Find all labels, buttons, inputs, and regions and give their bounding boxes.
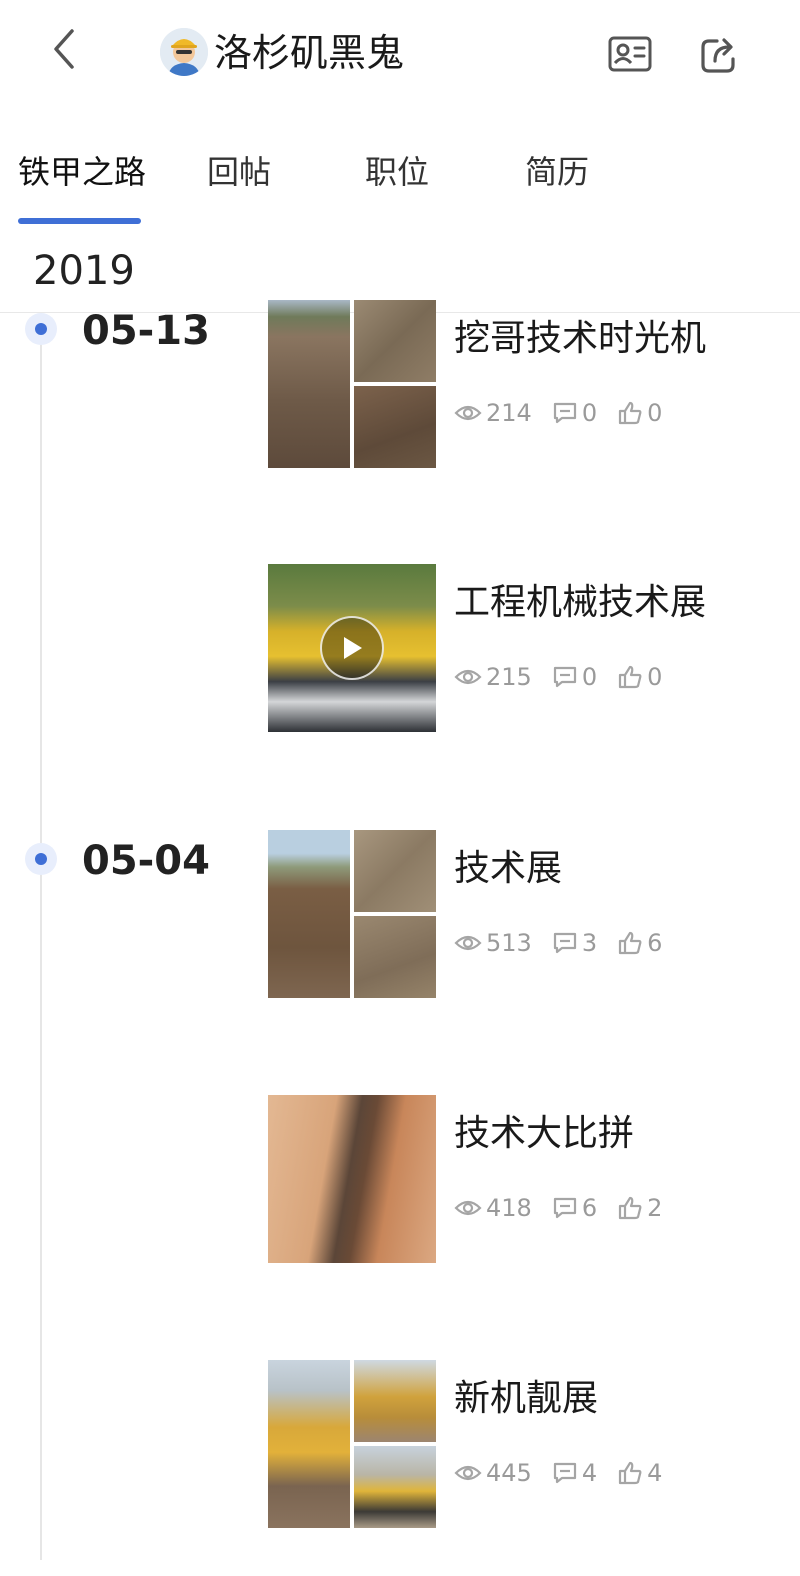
comment-count-value: 0 bbox=[581, 399, 598, 427]
view-count-value: 445 bbox=[486, 1459, 532, 1487]
post-stats: 513 3 6 bbox=[454, 928, 682, 958]
like-count-value: 2 bbox=[647, 1194, 663, 1222]
post-card[interactable]: 挖哥技术时光机 214 0 0 bbox=[268, 300, 788, 468]
comment-count-value: 4 bbox=[581, 1459, 598, 1487]
post-title[interactable]: 新机靓展 bbox=[454, 1376, 598, 1422]
like-count-value: 0 bbox=[647, 663, 663, 691]
comment-icon bbox=[553, 666, 576, 688]
comment-count: 0 bbox=[552, 663, 597, 691]
view-count: 215 bbox=[454, 663, 532, 691]
top-bar: 洛杉矶黑鬼 bbox=[0, 0, 800, 110]
like-count-value: 0 bbox=[647, 399, 663, 427]
post-title[interactable]: 挖哥技术时光机 bbox=[454, 316, 706, 362]
avatar[interactable] bbox=[160, 28, 208, 76]
comment-count: 4 bbox=[552, 1459, 597, 1487]
post-stats: 418 6 2 bbox=[454, 1193, 682, 1223]
post-title[interactable]: 技术展 bbox=[454, 846, 562, 892]
comment-count-value: 3 bbox=[581, 929, 598, 957]
thumbs-up-icon bbox=[618, 1461, 642, 1485]
comment-icon bbox=[553, 1197, 576, 1219]
post-stats: 215 0 0 bbox=[454, 662, 682, 692]
tab-iron-road[interactable]: 铁甲之路 bbox=[18, 150, 146, 194]
eye-icon bbox=[454, 935, 482, 951]
tab-jobs[interactable]: 职位 bbox=[365, 150, 429, 194]
profile-tabs: 铁甲之路 回帖 职位 简历 bbox=[0, 140, 800, 226]
like-count: 2 bbox=[617, 1194, 662, 1222]
post-card[interactable]: 技术大比拼 418 6 2 bbox=[268, 1095, 788, 1263]
like-count-value: 6 bbox=[647, 929, 663, 957]
post-card[interactable]: 新机靓展 445 4 4 bbox=[268, 1360, 788, 1528]
timeline-date: 05-04 bbox=[82, 838, 210, 884]
like-count: 4 bbox=[617, 1459, 662, 1487]
tab-replies[interactable]: 回帖 bbox=[207, 150, 271, 194]
post-thumbnail[interactable] bbox=[268, 1095, 436, 1263]
view-count-value: 215 bbox=[486, 663, 532, 691]
page-title: 洛杉矶黑鬼 bbox=[214, 31, 405, 75]
post-thumbnail[interactable] bbox=[268, 564, 436, 732]
play-button[interactable] bbox=[320, 616, 384, 680]
active-tab-indicator bbox=[18, 218, 141, 224]
post-stats: 214 0 0 bbox=[454, 398, 682, 428]
thumbs-up-icon bbox=[618, 931, 642, 955]
timeline-date: 05-13 bbox=[82, 308, 210, 354]
view-count-value: 418 bbox=[486, 1194, 532, 1222]
thumbs-up-icon bbox=[618, 1196, 642, 1220]
timeline-dot bbox=[25, 843, 57, 875]
post-thumbnail[interactable] bbox=[268, 1360, 436, 1528]
play-icon bbox=[344, 637, 362, 659]
worker-avatar-icon bbox=[160, 28, 208, 76]
thumbs-up-icon bbox=[618, 401, 642, 425]
tab-resume[interactable]: 简历 bbox=[525, 150, 589, 194]
eye-icon bbox=[454, 405, 482, 421]
view-count-value: 513 bbox=[486, 929, 532, 957]
timeline-dot bbox=[25, 313, 57, 345]
eye-icon bbox=[454, 1200, 482, 1216]
comment-count-value: 6 bbox=[581, 1194, 598, 1222]
profile-card-button[interactable] bbox=[604, 32, 656, 76]
comment-count-value: 0 bbox=[581, 663, 598, 691]
id-card-icon bbox=[608, 36, 652, 72]
post-thumbnail[interactable] bbox=[268, 830, 436, 998]
post-card[interactable]: 技术展 513 3 6 bbox=[268, 830, 788, 998]
view-count: 445 bbox=[454, 1459, 532, 1487]
comment-icon bbox=[553, 932, 576, 954]
view-count: 418 bbox=[454, 1194, 532, 1222]
comment-count: 6 bbox=[552, 1194, 597, 1222]
thumbs-up-icon bbox=[618, 665, 642, 689]
share-icon bbox=[701, 38, 735, 73]
comment-icon bbox=[553, 1462, 576, 1484]
post-title[interactable]: 技术大比拼 bbox=[454, 1111, 634, 1157]
post-title[interactable]: 工程机械技术展 bbox=[454, 580, 706, 626]
eye-icon bbox=[454, 1465, 482, 1481]
view-count: 214 bbox=[454, 399, 532, 427]
post-stats: 445 4 4 bbox=[454, 1458, 682, 1488]
comment-icon bbox=[553, 402, 576, 424]
like-count: 0 bbox=[617, 399, 662, 427]
timeline-line bbox=[40, 320, 42, 1560]
post-thumbnail[interactable] bbox=[268, 300, 436, 468]
timeline-year: 2019 bbox=[33, 248, 135, 294]
view-count-value: 214 bbox=[486, 399, 532, 427]
comment-count: 0 bbox=[552, 399, 597, 427]
like-count-value: 4 bbox=[647, 1459, 663, 1487]
post-card[interactable]: 工程机械技术展 215 0 0 bbox=[268, 564, 788, 732]
like-count: 6 bbox=[617, 929, 662, 957]
comment-count: 3 bbox=[552, 929, 597, 957]
view-count: 513 bbox=[454, 929, 532, 957]
chevron-left-icon bbox=[54, 29, 74, 69]
share-button[interactable] bbox=[694, 30, 744, 80]
like-count: 0 bbox=[617, 663, 662, 691]
eye-icon bbox=[454, 669, 482, 685]
back-button[interactable] bbox=[40, 24, 90, 74]
